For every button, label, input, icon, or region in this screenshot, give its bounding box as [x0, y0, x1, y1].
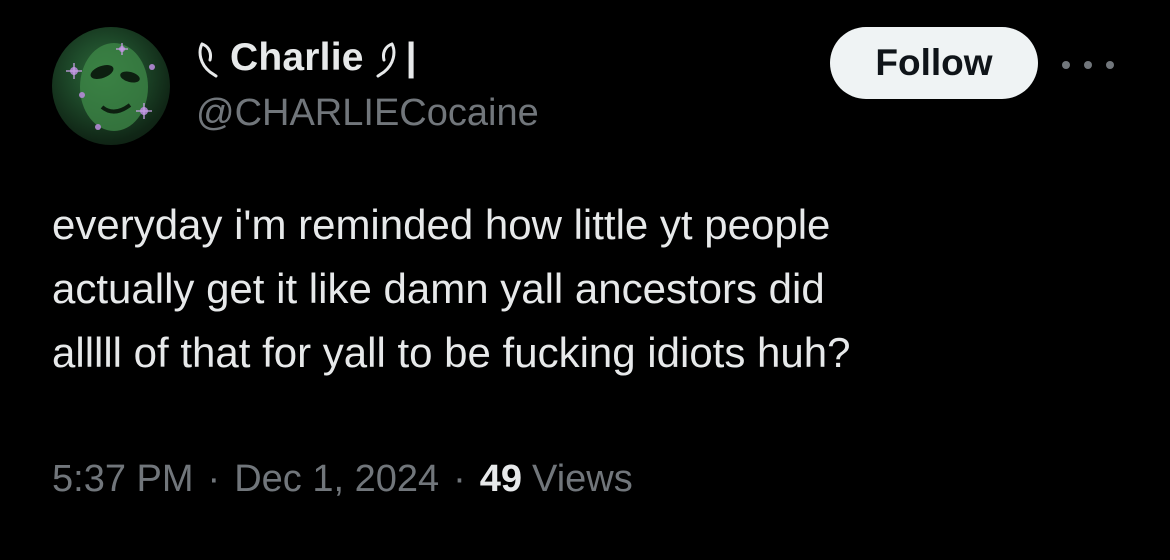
follow-button[interactable]: Follow: [830, 27, 1038, 99]
views-count[interactable]: 49: [480, 458, 522, 501]
author-handle[interactable]: @CHARLIECocaine: [196, 92, 539, 135]
tweet-text-line: alllll of that for yall to be fucking id…: [52, 329, 851, 376]
author-name-suffix: |: [405, 36, 417, 79]
meta-separator: ·: [453, 458, 466, 500]
author-name-row[interactable]: Charlie |: [196, 34, 417, 82]
tweet-text-line: actually get it like damn yall ancestors…: [52, 265, 825, 312]
feather-right-icon: [370, 38, 398, 78]
avatar[interactable]: [52, 27, 170, 145]
tweet-text: everyday i'm reminded how little yt peop…: [52, 193, 1112, 385]
feather-left-icon: [196, 38, 224, 78]
avatar-image: [66, 43, 155, 131]
tweet-meta: 5:37 PM · Dec 1, 2024 · 49 Views: [52, 458, 633, 501]
more-options-icon[interactable]: [1062, 54, 1114, 76]
more-dot: [1084, 61, 1092, 69]
more-dot: [1106, 61, 1114, 69]
author-display-name[interactable]: Charlie: [230, 36, 364, 80]
more-dot: [1062, 61, 1070, 69]
views-label[interactable]: Views: [532, 458, 633, 501]
tweet-time[interactable]: 5:37 PM: [52, 458, 194, 501]
meta-separator: ·: [207, 458, 221, 500]
tweet-date[interactable]: Dec 1, 2024: [234, 458, 439, 501]
tweet-card: Charlie | @CHARLIECocaine Follow everyda…: [0, 0, 1170, 560]
tweet-text-line: everyday i'm reminded how little yt peop…: [52, 201, 831, 248]
